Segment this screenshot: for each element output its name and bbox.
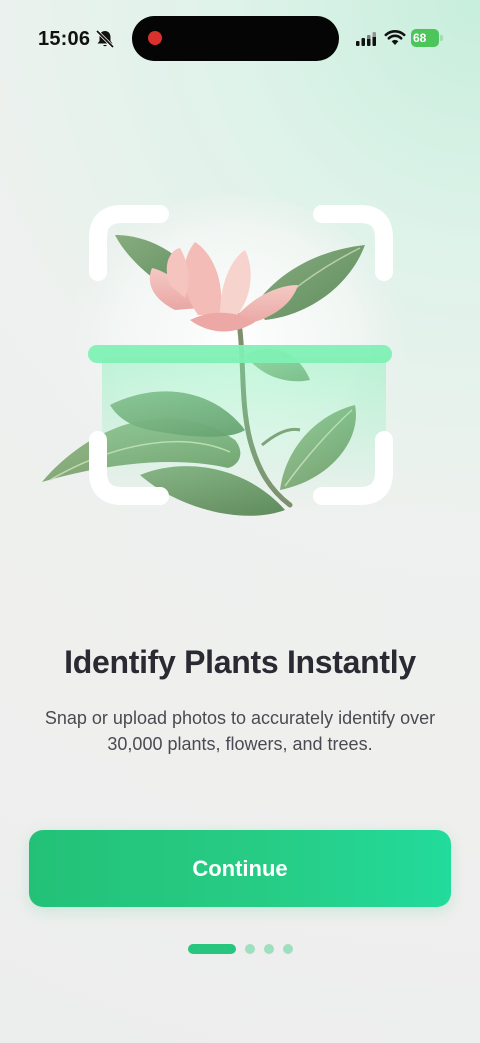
status-time: 15:06 xyxy=(38,28,91,50)
onboarding-title: Identify Plants Instantly xyxy=(64,644,416,680)
continue-button[interactable]: Continue xyxy=(29,830,451,907)
battery-cap xyxy=(440,35,443,41)
battery-icon: 68 xyxy=(411,29,444,47)
bell-off-icon xyxy=(95,29,115,49)
page-indicator-dot xyxy=(245,944,255,954)
signal-icon xyxy=(356,32,376,46)
page-indicator xyxy=(0,944,480,956)
status-bar: 15:06 68 xyxy=(0,0,480,80)
dynamic-island xyxy=(132,16,339,61)
scan-area-tint xyxy=(102,358,386,508)
page-indicator-dot xyxy=(283,944,293,954)
page-indicator-active xyxy=(188,944,236,954)
recording-indicator xyxy=(148,31,162,45)
plant-scan-illustration xyxy=(42,195,410,516)
wifi-icon xyxy=(384,30,406,45)
onboarding-subtitle: Snap or upload photos to accurately iden… xyxy=(44,708,436,754)
page-indicator-dot xyxy=(264,944,274,954)
scan-line xyxy=(88,345,392,363)
battery-level: 68 xyxy=(411,29,439,47)
